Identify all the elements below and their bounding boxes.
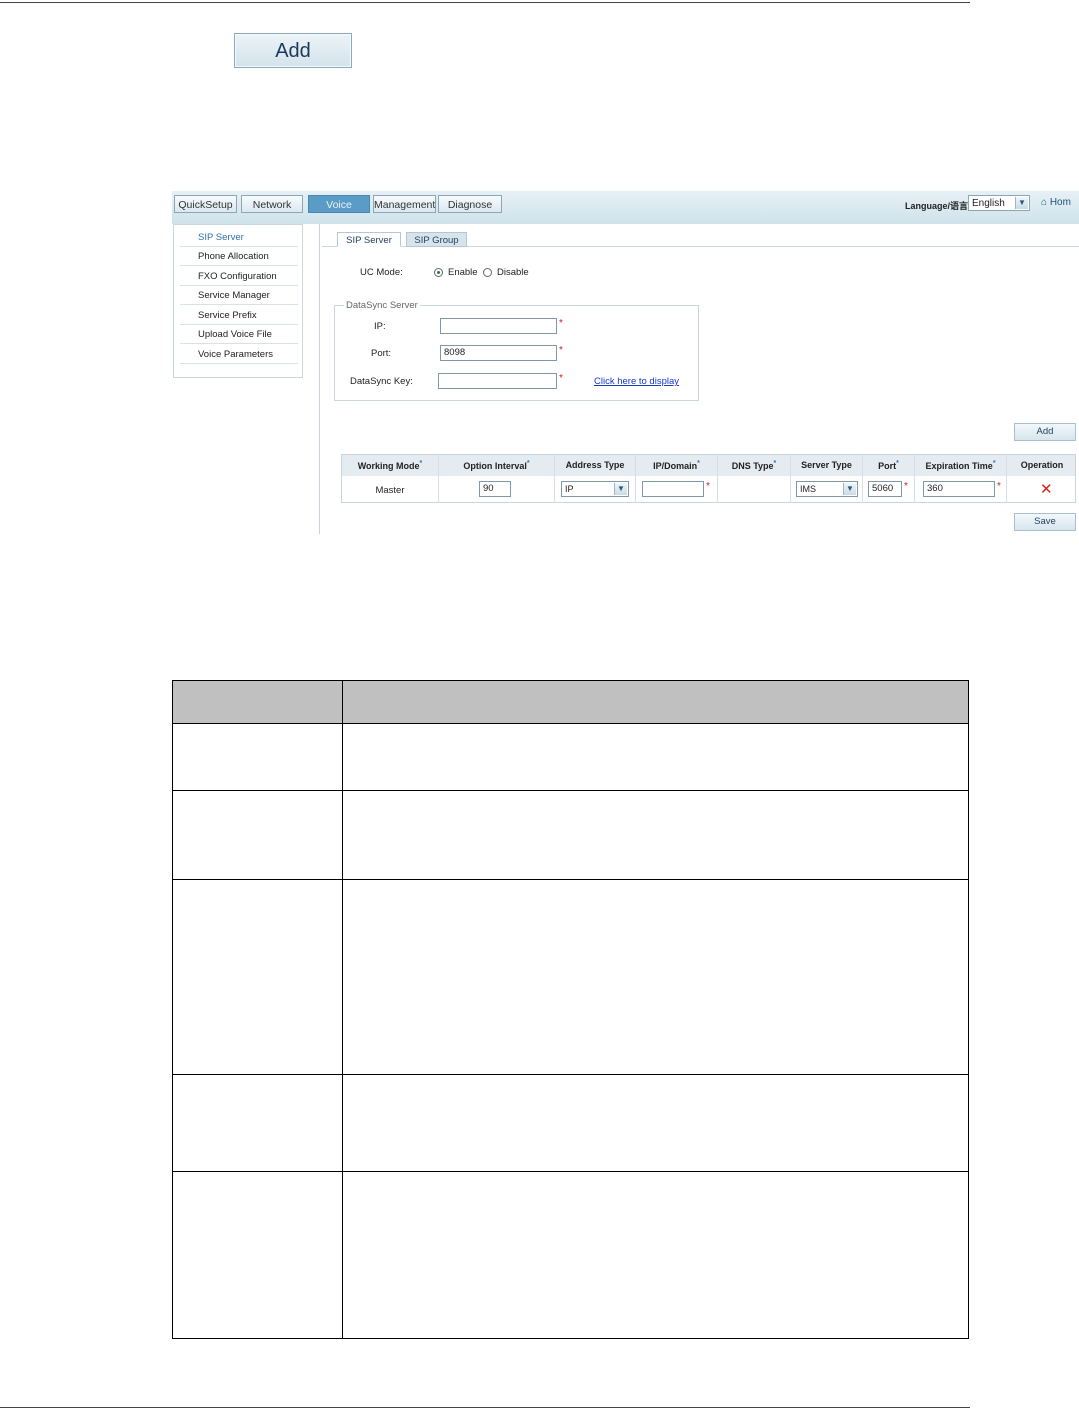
chevron-down-icon: ▼ bbox=[614, 483, 627, 495]
nav-tab-management[interactable]: Management bbox=[373, 195, 436, 213]
language-select[interactable]: English ▼ bbox=[968, 195, 1030, 211]
datasync-legend: DataSync Server bbox=[344, 300, 420, 311]
port-input[interactable]: 5060 bbox=[868, 481, 902, 497]
col-port: Port* bbox=[878, 460, 899, 471]
sidebar-item-service-manager[interactable]: Service Manager bbox=[180, 287, 298, 305]
content-divider bbox=[319, 224, 320, 534]
col-dns-type-label: DNS Type bbox=[731, 461, 774, 471]
home-icon: ⌂ bbox=[1041, 197, 1048, 208]
col-working-mode: Working Mode* bbox=[357, 460, 423, 471]
option-interval-input[interactable]: 90 bbox=[479, 481, 511, 497]
table-row-divider bbox=[173, 1074, 968, 1075]
language-value: English bbox=[972, 198, 1005, 209]
col-expiration-time: Expiration Time* bbox=[925, 460, 996, 471]
nav-tab-network[interactable]: Network bbox=[241, 195, 303, 213]
table-row-divider bbox=[173, 790, 968, 791]
uc-mode-disable-label: Disable bbox=[497, 267, 529, 278]
col-dns-type: DNS Type* bbox=[731, 460, 777, 471]
col-operation: Operation bbox=[1020, 460, 1064, 470]
table-row-divider bbox=[173, 723, 968, 724]
col-expiration-time-label: Expiration Time bbox=[925, 461, 993, 471]
tab-sip-server[interactable]: SIP Server bbox=[337, 232, 401, 247]
server-type-value: IMS bbox=[800, 484, 817, 494]
table-column-divider bbox=[342, 681, 343, 1338]
col-working-mode-label: Working Mode bbox=[357, 461, 420, 471]
expiration-time-input[interactable]: 360 bbox=[923, 481, 995, 497]
col-option-interval: Option Interval* bbox=[463, 460, 530, 471]
required-marker: * bbox=[559, 318, 563, 329]
required-marker: * bbox=[997, 481, 1001, 492]
voice-sidebar: SIP Server Phone Allocation FXO Configur… bbox=[173, 224, 303, 378]
parameter-table-header bbox=[173, 681, 968, 723]
required-marker: * bbox=[706, 481, 710, 492]
nav-tab-diagnose[interactable]: Diagnose bbox=[438, 195, 502, 213]
add-server-button[interactable]: Add bbox=[1014, 423, 1076, 441]
sip-server-screenshot: QuickSetup Network Voice Management Diag… bbox=[172, 191, 1079, 536]
required-marker: * bbox=[904, 481, 908, 492]
uc-mode-label: UC Mode: bbox=[360, 267, 403, 278]
uc-mode-enable-radio[interactable] bbox=[434, 268, 443, 277]
working-mode-value: Master bbox=[375, 485, 405, 496]
sidebar-item-fxo-configuration[interactable]: FXO Configuration bbox=[180, 268, 298, 286]
server-type-select[interactable]: IMS ▼ bbox=[796, 481, 858, 497]
required-marker: * bbox=[559, 373, 563, 384]
col-ip-domain-label: IP/Domain bbox=[653, 461, 698, 471]
parameter-table bbox=[172, 680, 969, 1339]
add-button-illustration: Add bbox=[234, 33, 352, 68]
address-type-select[interactable]: IP ▼ bbox=[561, 481, 629, 497]
home-link[interactable]: ⌂ Hom bbox=[1041, 197, 1071, 208]
datasync-ip-label: IP: bbox=[374, 321, 386, 332]
chevron-down-icon: ▼ bbox=[1015, 197, 1028, 209]
home-label: Hom bbox=[1049, 197, 1071, 208]
required-marker: * bbox=[559, 345, 563, 356]
uc-mode-disable-radio[interactable] bbox=[483, 268, 492, 277]
col-server-type: Server Type bbox=[801, 460, 852, 470]
sidebar-item-service-prefix[interactable]: Service Prefix bbox=[180, 307, 298, 325]
datasync-port-label: Port: bbox=[371, 348, 392, 359]
table-row-divider bbox=[173, 879, 968, 880]
address-type-value: IP bbox=[565, 484, 574, 494]
nav-tab-quicksetup[interactable]: QuickSetup bbox=[174, 195, 237, 213]
col-option-interval-label: Option Interval bbox=[463, 461, 527, 471]
sidebar-item-phone-allocation[interactable]: Phone Allocation bbox=[180, 248, 298, 266]
col-port-label: Port bbox=[878, 461, 897, 471]
datasync-ip-input[interactable] bbox=[440, 318, 557, 334]
col-ip-domain: IP/Domain* bbox=[653, 460, 700, 471]
save-button[interactable]: Save bbox=[1014, 513, 1076, 531]
datasync-port-input[interactable]: 8098 bbox=[440, 345, 557, 361]
footer-rule bbox=[0, 1407, 970, 1408]
sidebar-item-voice-parameters[interactable]: Voice Parameters bbox=[180, 346, 298, 364]
sidebar-item-upload-voice-file[interactable]: Upload Voice File bbox=[180, 326, 298, 344]
table-row-divider bbox=[173, 1171, 968, 1172]
col-address-type: Address Type bbox=[565, 460, 625, 470]
datasync-key-label: DataSync Key: bbox=[350, 376, 413, 387]
datasync-key-input[interactable] bbox=[438, 373, 557, 389]
uc-mode-enable-label: Enable bbox=[448, 267, 478, 278]
language-label: Language/语言: bbox=[905, 201, 972, 211]
nav-tab-voice[interactable]: Voice bbox=[308, 195, 370, 213]
click-to-display-link[interactable]: Click here to display bbox=[594, 376, 679, 387]
header-rule bbox=[0, 2, 970, 3]
sidebar-item-sip-server[interactable]: SIP Server bbox=[180, 229, 298, 247]
delete-icon[interactable]: ✕ bbox=[1040, 480, 1053, 498]
ip-domain-input[interactable] bbox=[642, 481, 704, 497]
tab-sip-group[interactable]: SIP Group bbox=[406, 232, 467, 247]
chevron-down-icon: ▼ bbox=[843, 483, 856, 495]
